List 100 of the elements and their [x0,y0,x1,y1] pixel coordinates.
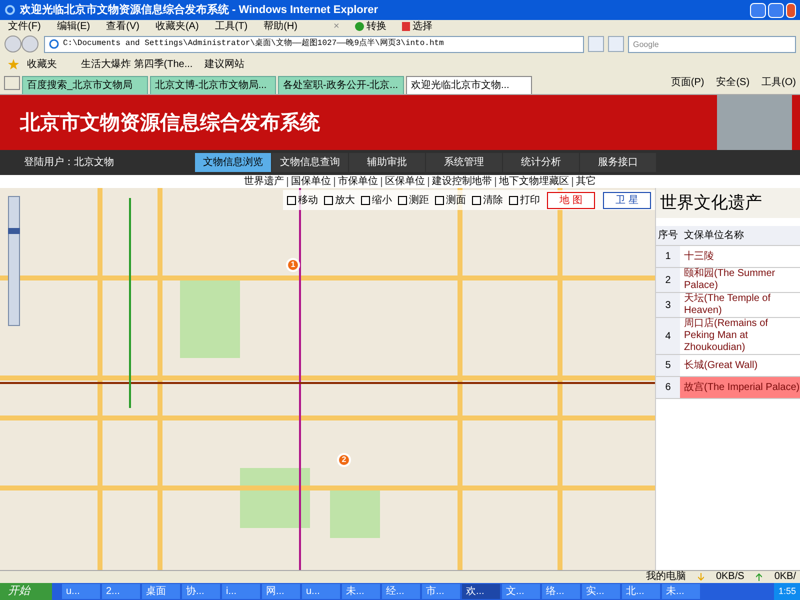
address-field[interactable]: C:\Documents and Settings\Administrator\桌面\文物——超图1027——晚9点半\网页3\into.htm [44,36,584,52]
start-button[interactable]: 开始 [0,583,52,600]
category-link[interactable]: 世界遗产 [244,176,284,186]
taskbar-button[interactable]: 经... [382,584,420,599]
nav-tab[interactable]: 服务接口 [580,153,656,172]
star-icon [8,58,19,70]
taskbar-button[interactable]: 未... [662,584,700,599]
map-tool-button[interactable]: 移动 [298,192,318,208]
taskbar-button[interactable]: i... [222,584,260,599]
site-name[interactable]: 天坛(The Temple of Heaven) [680,293,800,317]
back-forward-icon[interactable] [4,35,40,53]
favorite-link[interactable]: 建议网站 [204,56,245,72]
table-row[interactable]: 2 颐和园(The Summer Palace) [656,268,800,293]
map-tool-button[interactable]: 打印 [520,192,540,208]
row-number: 1 [656,246,680,267]
map-tool-button[interactable]: 清除 [483,192,503,208]
zone-label: 我的电脑 [646,572,686,582]
taskbar-button[interactable]: 北... [622,584,660,599]
row-number: 2 [656,268,680,292]
restore-button[interactable] [768,2,784,18]
category-link[interactable]: 地下文物埋藏区 [499,176,569,186]
upload-speed: 0KB/ [774,572,796,582]
favorites-button[interactable]: 收藏夹 [27,56,57,72]
category-link[interactable]: 市保单位 [338,176,378,186]
menu-item[interactable]: 编辑(E) [56,19,90,34]
convert-button[interactable]: 转换 [366,19,386,34]
map-tool-button[interactable]: 放大 [335,192,355,208]
zoom-thumb[interactable] [8,228,20,234]
map-type-button[interactable]: 地 图 [547,192,595,208]
row-number: 6 [656,377,680,398]
taskbar-button[interactable]: 网... [262,584,300,599]
menu-item[interactable]: 工具(T) [214,19,248,34]
nav-tab[interactable]: 辅助审批 [349,153,425,172]
stop-button[interactable] [608,36,624,52]
command-menu[interactable]: 工具(O) [762,75,796,90]
taskbar-button[interactable]: 文... [502,584,540,599]
download-speed: 0KB/S [716,572,744,582]
table-row[interactable]: 3 天坛(The Temple of Heaven) [656,293,800,318]
taskbar-button[interactable]: 市... [422,584,460,599]
select-button[interactable]: 选择 [412,19,432,34]
map-tool-button[interactable]: 测面 [446,192,466,208]
search-field[interactable]: Google [628,36,796,52]
zoom-slider[interactable] [8,196,20,326]
system-title: 北京市文物资源信息综合发布系统 [20,110,320,136]
nav-tab[interactable]: 系统管理 [426,153,502,172]
menu-item[interactable]: 帮助(H) [264,19,298,34]
page-icon [49,39,59,49]
taskbar-button[interactable]: u... [62,584,100,599]
category-link[interactable]: 建设控制地带 [432,176,492,186]
category-link[interactable]: 区保单位 [385,176,425,186]
nav-tab[interactable]: 文物信息浏览 [195,153,271,172]
menu-item[interactable]: 查看(V) [106,19,140,34]
taskbar-button[interactable]: 2... [102,584,140,599]
taskbar-button[interactable]: 实... [582,584,620,599]
nav-tab[interactable]: 文物信息查询 [272,153,348,172]
taskbar-button[interactable]: 桌面 [142,584,180,599]
taskbar-button[interactable]: 未... [342,584,380,599]
map-type-button[interactable]: 卫 星 [603,192,651,208]
site-name[interactable]: 颐和园(The Summer Palace) [680,268,800,292]
close-button[interactable] [786,2,796,18]
refresh-button[interactable] [588,36,604,52]
browser-tab[interactable]: 百度搜索_北京市文物局 [22,76,148,94]
browser-tab[interactable]: 北京文博-北京市文物局... [150,76,276,94]
up-arrow-icon [756,573,762,581]
row-number: 4 [656,318,680,354]
command-menu[interactable]: 安全(S) [716,75,750,90]
login-user: 登陆用户：北京文物 [23,156,115,170]
minimize-button[interactable] [750,2,766,18]
menu-item[interactable]: 文件(F) [8,19,41,34]
map-tool-button[interactable]: 测距 [409,192,429,208]
category-link[interactable]: 国保单位 [291,176,331,186]
column-header: 文保单位名称 [683,228,744,243]
down-arrow-icon [698,573,704,581]
category-link[interactable]: 其它 [576,176,596,186]
clock: 1:55 [778,584,796,598]
taskbar-button[interactable]: 欢... [462,584,500,599]
nav-tab[interactable]: 统计分析 [503,153,579,172]
window-title: 欢迎光临北京市文物资源信息综合发布系统 - Windows Internet Explorer [20,2,378,18]
site-name[interactable]: 故宫(The Imperial Palace) [680,382,800,394]
browser-tab[interactable]: 各处室职-政务公开-北京... [278,76,404,94]
table-row[interactable]: 5 长城(Great Wall) [656,355,800,377]
taskbar-button[interactable]: 络... [542,584,580,599]
site-name[interactable]: 十三陵 [680,250,714,262]
taskbar-button[interactable]: u... [302,584,340,599]
table-row[interactable]: 6 故宫(The Imperial Palace) [656,377,800,399]
menu-item[interactable]: 收藏夹(A) [155,19,199,34]
quick-tabs-icon[interactable] [4,76,20,90]
column-header: 序号 [657,228,679,243]
row-number: 5 [656,355,680,376]
panel-title: 世界文化遗产 [656,188,800,218]
map-tool-button[interactable]: 缩小 [372,192,392,208]
site-name[interactable]: 长城(Great Wall) [680,360,758,372]
site-name[interactable]: 周口店(Remains of Peking Man at Zhoukoudian) [680,318,800,354]
table-row[interactable]: 4 周口店(Remains of Peking Man at Zhoukoudian) [656,318,800,355]
taskbar-button[interactable]: 协... [182,584,220,599]
command-menu[interactable]: 页面(P) [670,75,704,90]
favorite-link[interactable]: 生活大爆炸 第四季(The... [81,56,193,72]
browser-tab[interactable]: 欢迎光临北京市文物... [406,76,532,94]
row-number: 3 [656,293,680,317]
table-row[interactable]: 1 十三陵 [656,246,800,268]
